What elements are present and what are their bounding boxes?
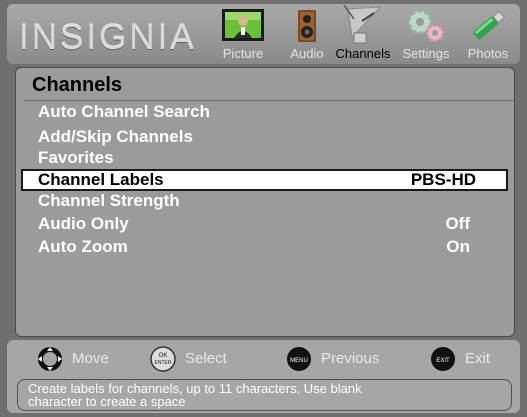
menu-item-auto-zoom[interactable]: Auto Zoom On <box>24 236 506 258</box>
satellite-dish-icon <box>343 5 382 44</box>
ok-text: OK <box>159 353 168 359</box>
tv-menu-screen: INSIGNIA Picture Audio Channels Settings… <box>0 0 527 417</box>
menu-item-add-skip-channels[interactable]: Add/Skip Channels <box>24 126 506 148</box>
hint-move-label: Move <box>72 350 109 367</box>
menu-item-favorites[interactable]: Favorites <box>24 147 506 169</box>
menu-item-label: Channel Strength <box>38 191 180 210</box>
menu-item-audio-only[interactable]: Audio Only Off <box>24 213 506 235</box>
menu-item-label: Auto Channel Search <box>38 102 210 121</box>
hint-exit-label: Exit <box>465 350 491 367</box>
tab-audio[interactable]: Audio <box>281 4 333 64</box>
status-line-2: character to create a space <box>28 394 186 409</box>
dpad-icon <box>38 347 62 371</box>
tab-picture[interactable]: Picture <box>212 4 274 64</box>
menu-item-label: Add/Skip Channels <box>38 127 193 146</box>
tab-settings-label: Settings <box>402 46 450 61</box>
menu-item-auto-channel-search[interactable]: Auto Channel Search <box>24 101 506 123</box>
exit-button-icon: EXIT <box>431 347 455 371</box>
menu-text: MENU <box>290 358 308 364</box>
gears-icon <box>407 9 445 43</box>
tv-picture-icon <box>222 9 264 41</box>
help-bar: Move OK ENTER Select MENU Previous EXIT … <box>7 340 520 413</box>
menu-item-channel-labels[interactable]: Channel Labels PBS-HD <box>21 169 508 191</box>
top-menu-bar: INSIGNIA Picture Audio Channels Settings… <box>7 4 520 64</box>
tab-channels-label: Channels <box>335 46 391 61</box>
menu-button-icon: MENU <box>287 347 311 371</box>
tab-photos-label: Photos <box>467 46 509 61</box>
ok-enter-button-icon: OK ENTER <box>150 346 176 372</box>
usb-stick-icon <box>473 10 506 40</box>
tab-audio-label: Audio <box>290 46 324 61</box>
menu-item-label: Favorites <box>38 148 114 167</box>
speaker-icon <box>298 10 316 42</box>
menu-item-label: Audio Only <box>38 214 129 233</box>
enter-text: ENTER <box>155 360 172 366</box>
tab-settings[interactable]: Settings <box>395 4 457 64</box>
panel-title: Channels <box>24 70 514 101</box>
hint-previous-label: Previous <box>321 350 380 367</box>
hint-select-label: Select <box>185 350 227 367</box>
channels-panel: Channels Auto Channel Search Add/Skip Ch… <box>15 67 515 337</box>
menu-item-label: Channel Labels <box>38 170 164 189</box>
exit-text: EXIT <box>436 358 450 364</box>
menu-item-value: PBS-HD <box>410 170 476 189</box>
menu-item-value: On <box>446 237 470 256</box>
menu-item-label: Auto Zoom <box>38 237 128 256</box>
tab-picture-label: Picture <box>222 46 264 61</box>
status-message: Create labels for channels, up to 11 cha… <box>17 379 512 411</box>
menu-item-channel-strength[interactable]: Channel Strength <box>24 190 506 212</box>
tab-channels[interactable]: Channels <box>332 4 394 64</box>
tab-photos[interactable]: Photos <box>459 4 517 64</box>
insignia-logo: INSIGNIA <box>19 18 197 57</box>
menu-item-value: Off <box>445 214 470 233</box>
